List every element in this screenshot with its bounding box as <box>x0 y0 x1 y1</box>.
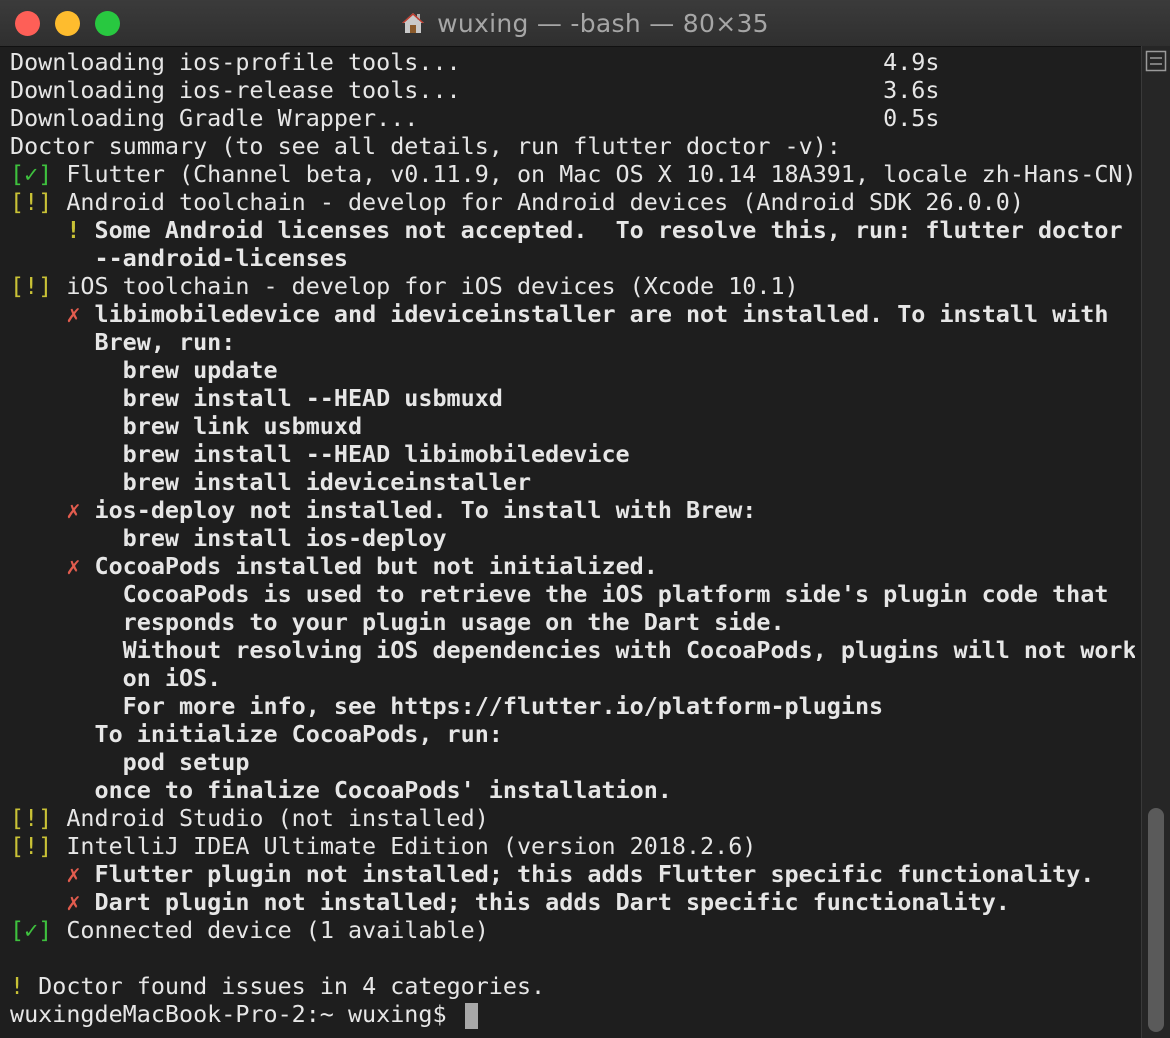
window-title: wuxing — -bash — 80×35 <box>437 8 769 38</box>
terminal-line-text: libimobiledevice and ideviceinstaller ar… <box>80 300 1109 328</box>
error-status-icon: ✗ <box>66 300 81 328</box>
terminal-line-text: --android-licenses <box>10 244 348 272</box>
split-pane-icon[interactable] <box>1145 50 1167 72</box>
terminal-line: [!] IntelliJ IDEA Ultimate Edition (vers… <box>10 832 1135 860</box>
terminal-line: ✗ libimobiledevice and ideviceinstaller … <box>10 300 1135 328</box>
terminal-line-text: Android toolchain - develop for Android … <box>52 188 1024 216</box>
terminal-line-text: Connected device (1 available) <box>52 916 489 944</box>
terminal-line-text: on iOS. <box>10 664 222 692</box>
terminal-line-text: Flutter (Channel beta, v0.11.9, on Mac O… <box>52 160 1135 188</box>
terminal-line: brew install ios-deploy <box>10 524 1135 552</box>
warning-status-icon: [!] <box>10 272 53 300</box>
text-cursor <box>464 1002 478 1029</box>
terminal-line: Without resolving iOS dependencies with … <box>10 636 1135 664</box>
warning-status-icon: ! <box>66 216 81 244</box>
terminal-line: brew update <box>10 356 1135 384</box>
terminal-line-text: brew install --HEAD libimobiledevice <box>10 440 630 468</box>
terminal-line: once to finalize CocoaPods' installation… <box>10 776 1135 804</box>
check-status-icon: [✓] <box>10 160 53 188</box>
warning-status-icon: [!] <box>10 804 53 832</box>
terminal-line: ✗ Flutter plugin not installed; this add… <box>10 860 1135 888</box>
terminal-line: CocoaPods is used to retrieve the iOS pl… <box>10 580 1135 608</box>
terminal-line-text: Some Android licenses not accepted. To r… <box>80 216 1123 244</box>
terminal-line: --android-licenses <box>10 244 1135 272</box>
terminal-line: [!] Android toolchain - develop for Andr… <box>10 188 1135 216</box>
terminal-line: ! Doctor found issues in 4 categories. <box>10 972 1135 1000</box>
terminal-line-text: For more info, see https://flutter.io/pl… <box>10 692 884 720</box>
terminal-line-text: brew install ideviceinstaller <box>10 468 532 496</box>
terminal-line-text: CocoaPods is used to retrieve the iOS pl… <box>10 580 1109 608</box>
warning-status-icon: [!] <box>10 832 53 860</box>
terminal-line-text: responds to your plugin usage on the Dar… <box>10 608 785 636</box>
terminal-line: brew install --HEAD libimobiledevice <box>10 440 1135 468</box>
terminal-line: brew install --HEAD usbmuxd <box>10 384 1135 412</box>
terminal-line-text: brew link usbmuxd <box>10 412 363 440</box>
vertical-scrollbar[interactable] <box>1141 46 1170 1038</box>
terminal-line-text: iOS toolchain - develop for iOS devices … <box>52 272 799 300</box>
terminal-line-text: Without resolving iOS dependencies with … <box>10 636 1135 664</box>
terminal-line: [✓] Connected device (1 available) <box>10 916 1135 944</box>
window-title-group: wuxing — -bash — 80×35 <box>0 0 1170 46</box>
terminal-line-text: pod setup <box>10 748 250 776</box>
terminal-window: wuxing — -bash — 80×35 Downloading ios-p… <box>0 0 1170 1038</box>
terminal-line-text: brew update <box>10 356 278 384</box>
warning-status-icon: [!] <box>10 188 53 216</box>
terminal-line-text: Downloading Gradle Wrapper... 0.5s <box>10 104 940 132</box>
terminal-output[interactable]: Downloading ios-profile tools... 4.9s Dow… <box>10 48 1135 1034</box>
terminal-line-text: Downloading ios-profile tools... 4.9s <box>10 48 940 76</box>
terminal-line-text: once to finalize CocoaPods' installation… <box>10 776 672 804</box>
error-status-icon: ✗ <box>66 888 81 916</box>
terminal-line: Doctor summary (to see all details, run … <box>10 132 1135 160</box>
terminal-line-text: To initialize CocoaPods, run: <box>10 720 503 748</box>
terminal-line: responds to your plugin usage on the Dar… <box>10 608 1135 636</box>
terminal-line-text: Doctor summary (to see all details, run … <box>10 132 841 160</box>
terminal-line: Downloading Gradle Wrapper... 0.5s <box>10 104 1135 132</box>
error-status-icon: ✗ <box>66 552 81 580</box>
terminal-line: pod setup <box>10 748 1135 776</box>
scrollbar-thumb[interactable] <box>1148 808 1164 1032</box>
terminal-line-text: brew install --HEAD usbmuxd <box>10 384 503 412</box>
terminal-line: ! Some Android licenses not accepted. To… <box>10 216 1135 244</box>
terminal-line: For more info, see https://flutter.io/pl… <box>10 692 1135 720</box>
terminal-line-text: ios-deploy not installed. To install wit… <box>80 496 757 524</box>
terminal-line-text: brew install ios-deploy <box>10 524 447 552</box>
warning-status-icon: ! <box>10 972 25 1000</box>
terminal-line-text: IntelliJ IDEA Ultimate Edition (version … <box>52 832 757 860</box>
terminal-line: brew link usbmuxd <box>10 412 1135 440</box>
title-bar[interactable]: wuxing — -bash — 80×35 <box>0 0 1170 47</box>
terminal-line-text: Downloading ios-release tools... 3.6s <box>10 76 940 104</box>
terminal-line: [✓] Flutter (Channel beta, v0.11.9, on M… <box>10 160 1135 188</box>
terminal-line: [!] Android Studio (not installed) <box>10 804 1135 832</box>
terminal-line-text: Android Studio (not installed) <box>52 804 489 832</box>
terminal-line: Brew, run: <box>10 328 1135 356</box>
terminal-line: on iOS. <box>10 664 1135 692</box>
terminal-line-text: Doctor found issues in 4 categories. <box>24 972 546 1000</box>
terminal-line: ✗ CocoaPods installed but not initialize… <box>10 552 1135 580</box>
terminal-line-text: Brew, run: <box>10 328 236 356</box>
shell-prompt: wuxingdeMacBook-Pro-2:~ wuxing$ <box>10 1000 461 1028</box>
terminal-line: Downloading ios-release tools... 3.6s <box>10 76 1135 104</box>
terminal-line-text: Flutter plugin not installed; this adds … <box>80 860 1095 888</box>
terminal-line-text: CocoaPods installed but not initialized. <box>80 552 658 580</box>
terminal-line: brew install ideviceinstaller <box>10 468 1135 496</box>
terminal-line-text: Dart plugin not installed; this adds Dar… <box>80 888 1010 916</box>
terminal-line: Downloading ios-profile tools... 4.9s <box>10 48 1135 76</box>
check-status-icon: [✓] <box>10 916 53 944</box>
terminal-line: [!] iOS toolchain - develop for iOS devi… <box>10 272 1135 300</box>
terminal-line: ✗ Dart plugin not installed; this adds D… <box>10 888 1135 916</box>
error-status-icon: ✗ <box>66 860 81 888</box>
error-status-icon: ✗ <box>66 496 81 524</box>
prompt-line[interactable]: wuxingdeMacBook-Pro-2:~ wuxing$ <box>10 1000 1135 1029</box>
terminal-line: To initialize CocoaPods, run: <box>10 720 1135 748</box>
home-icon <box>401 11 425 35</box>
terminal-line: ✗ ios-deploy not installed. To install w… <box>10 496 1135 524</box>
